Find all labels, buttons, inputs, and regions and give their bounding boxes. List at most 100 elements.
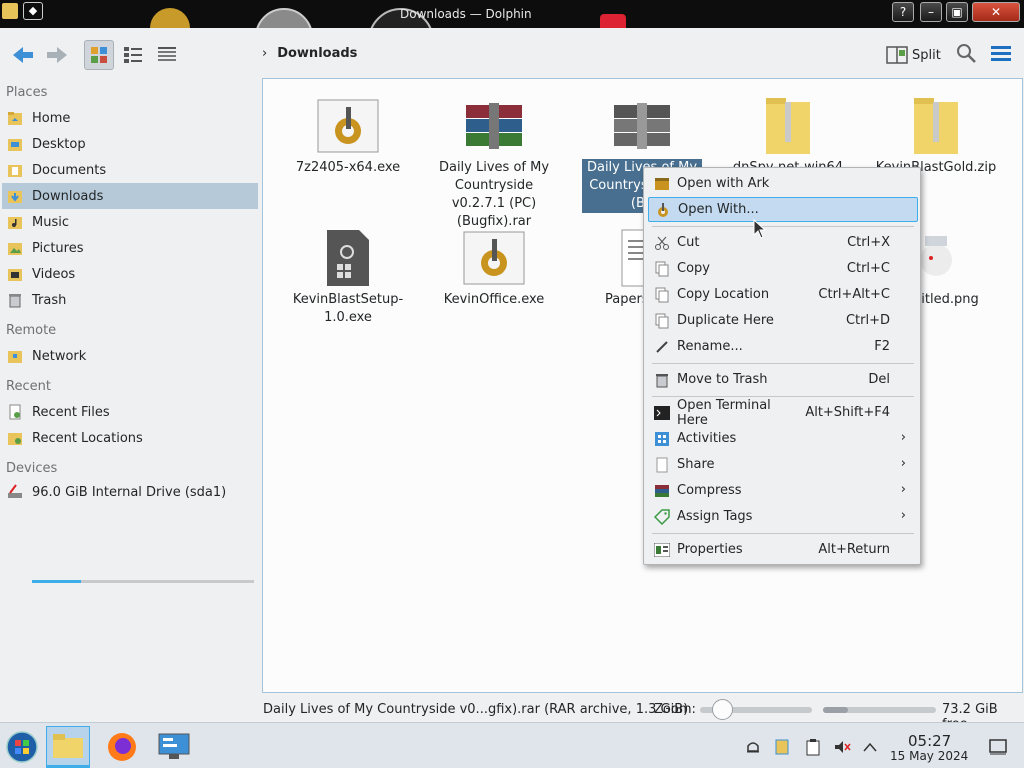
firefox-icon [108,733,136,761]
clock-time[interactable]: 05:27 [908,732,951,750]
menu-item-open-with[interactable]: Open With... [648,197,918,222]
menu-item-activities[interactable]: Activities › [648,426,918,451]
start-menu-button[interactable] [0,726,44,768]
chevron-right-icon: › [900,456,906,471]
forward-button[interactable] [42,40,72,70]
icons-view-icon [91,47,107,63]
clipboard-icon[interactable] [803,737,823,757]
taskbar-system-settings[interactable] [152,726,196,768]
chevron-up-icon[interactable] [860,737,880,757]
drive-icon [6,483,24,501]
sidebar-item-home[interactable]: Home [2,105,258,131]
sidebar-item-desktop[interactable]: Desktop [2,131,258,157]
menu-item-label: Open with Ark [677,176,770,191]
minimize-button[interactable]: – [920,2,942,22]
menu-item-shortcut: Ctrl+C [846,261,890,276]
menu-item-rename[interactable]: Rename... F2 [648,334,918,359]
sidebar-item-documents[interactable]: Documents [2,157,258,183]
file-item[interactable]: 7z2405-x64.exe [283,93,413,177]
sidebar-item-recent-locations[interactable]: Recent Locations [2,425,258,451]
zoom-slider-handle[interactable] [712,699,734,720]
file-name: Daily Lives of My Countryside v0.2.7.1 (… [438,160,550,229]
notifications-icon[interactable] [743,737,763,757]
maximize-button[interactable]: ▣ [946,2,968,22]
sidebar-item-label: Desktop [32,136,86,152]
folder-app-icon[interactable] [2,3,18,19]
file-item[interactable]: dnSpy-net-win64 [723,93,853,177]
music-folder-icon [6,213,24,231]
sidebar-item-videos[interactable]: Videos [2,261,258,287]
clock-date[interactable]: 15 May 2024 [890,749,968,763]
split-button[interactable]: Split [886,42,941,68]
sidebar-item-pictures[interactable]: Pictures [2,235,258,261]
arrow-left-icon [13,47,33,63]
volume-muted-icon[interactable] [832,737,852,757]
menu-item-assign-tags[interactable]: Assign Tags › [648,504,918,529]
file-item[interactable]: KevinBlastGold.zip [871,93,1001,177]
taskbar-firefox[interactable] [100,726,144,768]
menu-item-label: Move to Trash [677,372,768,387]
menu-item-label: Assign Tags [677,509,753,524]
sidebar-item-music[interactable]: Music [2,209,258,235]
hamburger-menu-icon [991,46,1011,61]
breadcrumb-downloads[interactable]: Downloads [277,46,357,61]
hamburger-menu-button[interactable] [990,42,1012,68]
context-menu: Open with Ark Open With... Cut Ctrl+X Co… [643,167,921,565]
menu-item-label: Copy [677,261,710,276]
menu-item-share[interactable]: Share › [648,452,918,477]
file-name: KevinBlastSetup-1.0.exe [292,292,404,325]
chevron-right-icon: › [900,482,906,497]
tag-icon [652,508,672,526]
compress-icon [652,482,672,500]
menu-item-label: Compress [677,483,742,498]
sidebar-item-label: Network [32,348,87,364]
menu-item-open-terminal-here[interactable]: Open Terminal Here Alt+Shift+F4 [648,397,918,428]
sidebar-item-recent-files[interactable]: Recent Files [2,399,258,425]
menu-item-move-to-trash[interactable]: Move to Trash Del [648,367,918,392]
menu-item-shortcut: Ctrl+Alt+C [818,287,890,302]
menu-item-copy[interactable]: Copy Ctrl+C [648,256,918,281]
sidebar-item-network[interactable]: Network [2,343,258,369]
toolbar: › Downloads Split [0,28,1024,80]
sidebar-item-label: Documents [32,162,107,178]
menu-item-copy-location[interactable]: Copy Location Ctrl+Alt+C [648,282,918,307]
update-notifier-icon[interactable] [772,737,792,757]
recent-files-icon [6,403,24,421]
menu-item-shortcut: Del [868,372,890,387]
menu-item-shortcut: Alt+Return [818,542,890,557]
file-item[interactable]: KevinOffice.exe [429,225,559,309]
chevron-right-icon[interactable]: › [262,46,267,61]
sidebar-item-trash[interactable]: Trash [2,287,258,313]
chevron-right-icon: › [900,508,906,523]
sidebar-item-downloads[interactable]: Downloads [2,183,258,209]
details-view-button[interactable] [152,40,182,70]
sidebar-item-label: Recent Files [32,404,110,420]
window-menu-icon[interactable]: ◆ [23,2,43,20]
taskbar-dolphin[interactable] [46,726,90,768]
file-item[interactable]: KevinBlastSetup-1.0.exe [283,225,413,327]
menu-item-shortcut: Alt+Shift+F4 [805,405,890,420]
help-button[interactable]: ? [892,2,914,22]
icons-view-button[interactable] [84,40,114,70]
window-titlebar: ◆ Downloads — Dolphin ? – ▣ ✕ [0,0,1024,28]
menu-item-shortcut: F2 [874,339,890,354]
sidebar-item-internal-drive[interactable]: 96.0 GiB Internal Drive (sda1) [2,479,258,505]
split-view-icon [886,46,908,64]
show-desktop-icon[interactable] [988,737,1008,757]
compact-view-button[interactable] [118,40,148,70]
wallpaper-app-icon [600,14,626,28]
exe-gear-icon [461,225,527,291]
search-button[interactable] [955,42,977,68]
menu-item-open-with-ark[interactable]: Open with Ark [648,171,918,196]
menu-item-properties[interactable]: Properties Alt+Return [648,537,918,562]
menu-item-duplicate-here[interactable]: Duplicate Here Ctrl+D [648,308,918,333]
share-icon [652,456,672,474]
menu-item-compress[interactable]: Compress › [648,478,918,503]
close-button[interactable]: ✕ [972,2,1020,22]
file-item[interactable]: Daily Lives of My Countryside v0.2.7.1 (… [429,93,559,231]
menu-item-cut[interactable]: Cut Ctrl+X [648,230,918,255]
menu-item-label: Open With... [678,202,759,217]
menu-item-label: Open Terminal Here [677,397,771,428]
cut-icon [652,234,672,252]
back-button[interactable] [8,40,38,70]
